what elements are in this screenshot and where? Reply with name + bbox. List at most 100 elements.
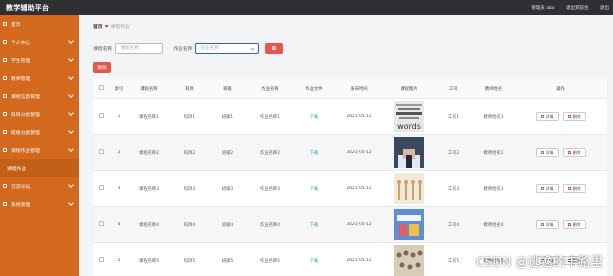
cell-index: 5: [117, 258, 121, 263]
cell-subject: 科目2: [183, 150, 196, 156]
row-checkbox-cell: [93, 149, 110, 156]
course-image: [394, 137, 424, 168]
download-link[interactable]: 下载: [310, 151, 319, 156]
sidebar-item[interactable]: 学生管理: [0, 51, 79, 69]
main-content: 首页❤课程作业 课程名称 作业名称 删除 索引课程名称科目班级作业名称作业文件发…: [79, 15, 613, 276]
search-button[interactable]: [265, 42, 284, 54]
sidebar: 首页个人中心学生管理 教师管理课程信息管理科目分类管理 班级分类管理课程作业管理课程…: [0, 15, 79, 276]
download-link[interactable]: 下载: [310, 187, 319, 192]
course-name-label: 课程名称: [93, 46, 113, 52]
cell-course: 课程名称5: [139, 258, 159, 264]
sidebar-item[interactable]: 课程作业: [0, 159, 79, 177]
delete-button[interactable]: 删除: [562, 148, 586, 157]
actions-cell: 详情 删除: [514, 184, 607, 193]
row-checkbox[interactable]: [99, 113, 104, 118]
detail-button[interactable]: 详情: [535, 148, 559, 157]
sidebar-item[interactable]: 系统管理: [0, 195, 79, 213]
column-header: 课程名称: [140, 86, 158, 92]
course-image-cell: [384, 137, 434, 168]
delete-button[interactable]: 删除: [562, 220, 586, 229]
row-checkbox[interactable]: [99, 257, 104, 262]
delete-label: 删除: [572, 149, 581, 155]
detail-button[interactable]: 详情: [535, 184, 559, 193]
chevron-down-icon: [68, 92, 74, 98]
cell-no: 工号4: [447, 222, 460, 228]
chevron-down-icon: [68, 128, 74, 134]
detail-icon: [540, 187, 544, 190]
cell-subject: 科目4: [183, 222, 196, 228]
sidebar-item-label: 个人中心: [11, 40, 31, 46]
sidebar-item[interactable]: 课程信息管理: [0, 87, 79, 105]
cell-course: 课程名称2: [139, 150, 159, 156]
detail-label: 详情: [545, 113, 554, 119]
chevron-down-icon: [68, 74, 74, 80]
detail-button[interactable]: 详情: [535, 220, 559, 229]
sidebar-item[interactable]: 科目分类管理: [0, 105, 79, 123]
cell-subject: 科目5: [183, 258, 196, 264]
cell-time: 2021-05-12: [346, 258, 372, 263]
menu-icon: [3, 94, 7, 98]
row-checkbox-cell: [93, 257, 110, 264]
sidebar-item[interactable]: 交流论坛: [0, 177, 79, 195]
cell-time: 2021-05-12: [346, 114, 372, 119]
menu-icon: [3, 58, 7, 62]
column-header: 作业文件: [305, 86, 323, 92]
front-link[interactable]: 退出到前台: [566, 6, 589, 11]
logout-link[interactable]: 退出: [600, 6, 609, 11]
menu-icon: [3, 40, 7, 44]
heart-icon: ❤: [104, 25, 109, 30]
sidebar-item[interactable]: 教师管理: [0, 69, 79, 87]
sidebar-item-label: 课程信息管理: [11, 94, 40, 100]
detail-label: 详情: [545, 185, 554, 191]
detail-icon: [540, 223, 544, 226]
sidebar-item[interactable]: 首页: [0, 15, 79, 33]
download-link[interactable]: 下载: [310, 259, 319, 264]
sidebar-item[interactable]: 个人中心: [0, 33, 79, 51]
course-image: [394, 173, 424, 204]
cell-class: 班级5: [221, 258, 234, 264]
cell-homework: 作业名称3: [260, 186, 280, 192]
file-cell: 下载: [294, 150, 334, 156]
row-checkbox[interactable]: [99, 221, 104, 226]
delete-button[interactable]: 删除: [562, 184, 586, 193]
cell-time: 2021-05-12: [346, 222, 372, 227]
column-header: 作业名称: [261, 86, 279, 92]
course-image-cell: [384, 245, 434, 276]
delete-button[interactable]: 删除: [562, 112, 586, 121]
delete-label: 删除: [572, 185, 581, 191]
sidebar-item[interactable]: 课程作业管理: [0, 141, 79, 159]
sidebar-item-label: 首页: [11, 22, 21, 28]
actions-cell: 详情 删除: [514, 148, 607, 157]
batch-delete-button[interactable]: 删除: [93, 62, 111, 73]
menu-icon: [3, 22, 7, 26]
file-cell: 下载: [294, 222, 334, 228]
column-header: 索引: [114, 86, 124, 92]
select-all-checkbox[interactable]: [99, 85, 104, 90]
download-link[interactable]: 下载: [310, 223, 319, 228]
detail-button[interactable]: 详情: [535, 112, 559, 121]
course-image-cell: words: [384, 101, 434, 132]
row-checkbox[interactable]: [99, 185, 104, 190]
column-header: 操作: [556, 86, 565, 92]
breadcrumb-home[interactable]: 首页: [93, 25, 103, 30]
column-header: 发布时间: [350, 86, 368, 92]
download-link[interactable]: 下载: [310, 115, 319, 120]
breadcrumb-current: 课程作业: [110, 25, 130, 30]
delete-label: 删除: [572, 113, 581, 119]
sidebar-item-label: 课程作业管理: [11, 148, 40, 154]
menu-icon: [3, 148, 7, 152]
search-bar: 课程名称 作业名称: [93, 42, 284, 54]
column-header: 班级: [223, 86, 232, 92]
row-checkbox-cell: [93, 221, 110, 228]
course-name-input[interactable]: [116, 43, 163, 53]
menu-icon: [3, 76, 7, 80]
cell-class: 班级1: [221, 114, 234, 120]
select-all-cell: [93, 85, 110, 92]
row-checkbox[interactable]: [99, 149, 104, 154]
top-bar: 教学辅助平台 管理员 abo 退出到前台 退出: [0, 0, 613, 15]
table-row: 2 课程名称2 科目2 班级2 作业名称2 下载 2021-05-12 工号2 教师姓名2 详情 删…: [93, 135, 607, 171]
user-link[interactable]: 管理员 abo: [531, 6, 554, 11]
cell-no: 工号5: [447, 258, 460, 264]
sidebar-item[interactable]: 班级分类管理: [0, 123, 79, 141]
cell-class: 班级2: [221, 150, 234, 156]
